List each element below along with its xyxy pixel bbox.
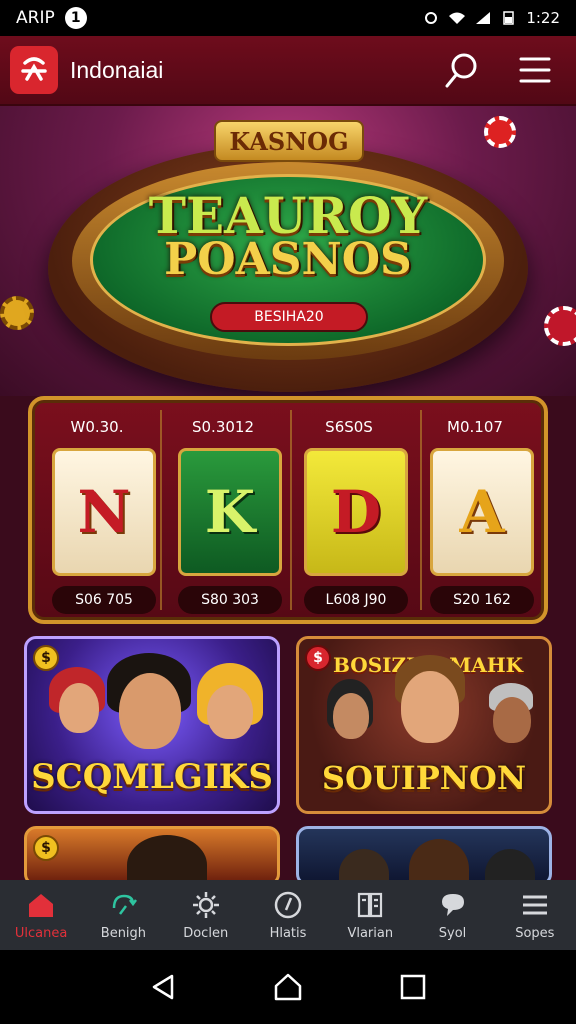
- nav-item-vlarian[interactable]: Vlarian: [329, 880, 411, 950]
- nav-item-hlatis[interactable]: Hlatis: [247, 880, 329, 950]
- slot-column[interactable]: S6S0S D L608 J90: [284, 400, 414, 620]
- nav-item-sopes[interactable]: Sopes: [494, 880, 576, 950]
- wifi-icon: [449, 12, 466, 24]
- status-bar: ARIP 1 1:22: [0, 0, 576, 36]
- recents-icon[interactable]: [398, 972, 428, 1002]
- slot-payout: S20 162: [430, 586, 534, 614]
- character-face: [59, 683, 99, 733]
- nav-item-benigh[interactable]: Benigh: [82, 880, 164, 950]
- app-logo[interactable]: [10, 46, 58, 94]
- character-face: [493, 697, 531, 743]
- settings-icon: [192, 891, 219, 918]
- game-card[interactable]: $ BOSIZI! MAHK SOUIPNON: [296, 636, 552, 814]
- character-face: [207, 685, 253, 739]
- hero-banner[interactable]: KASNOG TEAUROY POASNOS BESIHA20: [0, 106, 576, 396]
- nav-label: Doclen: [183, 925, 229, 941]
- slot-amount: W0.30.: [70, 418, 124, 436]
- slot-payout: L608 J90: [304, 586, 408, 614]
- home-button-icon[interactable]: [273, 972, 303, 1002]
- slot-column[interactable]: M0.107 A S20 162: [410, 400, 540, 620]
- game-card[interactable]: $ SCQMLGIKS: [24, 636, 280, 814]
- clock-time: 1:22: [526, 9, 560, 27]
- slot-reel: N: [52, 448, 156, 576]
- system-nav-bar: [0, 950, 576, 1024]
- slot-amount: S6S0S: [325, 418, 373, 436]
- poker-chip-decoration: [484, 116, 516, 148]
- refresh-icon: [113, 894, 138, 915]
- chat-icon: [441, 893, 464, 916]
- slot-amount: M0.107: [447, 418, 503, 436]
- menu-icon: [522, 895, 547, 914]
- coin-badge: $: [305, 645, 331, 671]
- nav-label: Vlarian: [347, 925, 394, 941]
- nav-label: Sopes: [515, 925, 555, 941]
- slot-payout: S80 303: [178, 586, 282, 614]
- slot-panel: W0.30. N S06 705 S0.3012 K S80 303 S6S0S…: [28, 396, 548, 624]
- app-title: Indonaiai: [70, 56, 164, 83]
- slot-reel: D: [304, 448, 408, 576]
- carrier-label: ARIP: [16, 8, 55, 28]
- reel-symbol: K: [204, 478, 256, 546]
- coin-badge: $: [33, 645, 59, 671]
- bottom-nav: Ulcanea Benigh Doclen Hlatis Vlarian Syo…: [0, 880, 576, 950]
- signal-icon: [476, 12, 491, 24]
- reel-symbol: N: [77, 478, 131, 546]
- alarm-icon: [425, 12, 438, 24]
- hero-badge: KASNOG: [214, 120, 364, 162]
- hero-headline-2: POASNOS: [164, 234, 412, 285]
- battery-icon: [503, 11, 515, 25]
- poker-chip-decoration: [544, 306, 576, 346]
- game-card-partial[interactable]: [296, 826, 552, 886]
- hero-cta-button[interactable]: BESIHA20: [210, 302, 368, 332]
- game-title: SOUIPNON: [321, 759, 527, 797]
- logo-icon: [21, 57, 47, 81]
- slot-amount: S0.3012: [191, 418, 254, 436]
- back-icon[interactable]: [148, 972, 178, 1002]
- character-face: [333, 693, 369, 739]
- menu-icon[interactable]: [518, 55, 552, 85]
- clock-icon: [274, 891, 302, 918]
- poker-chip-decoration: [0, 296, 34, 330]
- character-hair: [409, 839, 469, 883]
- character-face: [401, 671, 459, 743]
- slot-reel: K: [178, 448, 282, 576]
- document-icon: [358, 892, 383, 917]
- nav-label: Ulcanea: [14, 925, 68, 941]
- slot-column[interactable]: S0.3012 K S80 303: [158, 400, 288, 620]
- nav-item-syol[interactable]: Syol: [411, 880, 493, 950]
- slot-reel: A: [430, 448, 534, 576]
- app-screen: ARIP 1 1:22 Indonaiai KASNOG TEAUROY POA…: [0, 0, 576, 1024]
- nav-label: Hlatis: [269, 925, 307, 941]
- coin-badge: $: [33, 835, 59, 861]
- nav-label: Syol: [438, 925, 467, 941]
- character-hair: [127, 835, 207, 883]
- nav-item-home[interactable]: Ulcanea: [0, 880, 82, 950]
- game-card-partial[interactable]: $: [24, 826, 280, 886]
- nav-item-doclen[interactable]: Doclen: [165, 880, 247, 950]
- search-icon[interactable]: [442, 50, 482, 90]
- character-face: [119, 673, 181, 749]
- nav-label: Benigh: [100, 925, 147, 941]
- reel-symbol: D: [330, 478, 382, 546]
- reel-symbol: A: [459, 478, 505, 546]
- home-icon: [29, 893, 54, 917]
- slot-column[interactable]: W0.30. N S06 705: [32, 400, 162, 620]
- notification-count-badge: 1: [64, 7, 87, 29]
- game-title: SCQMLGIKS: [31, 757, 273, 797]
- slot-payout: S06 705: [52, 586, 156, 614]
- app-header: Indonaiai: [0, 36, 576, 106]
